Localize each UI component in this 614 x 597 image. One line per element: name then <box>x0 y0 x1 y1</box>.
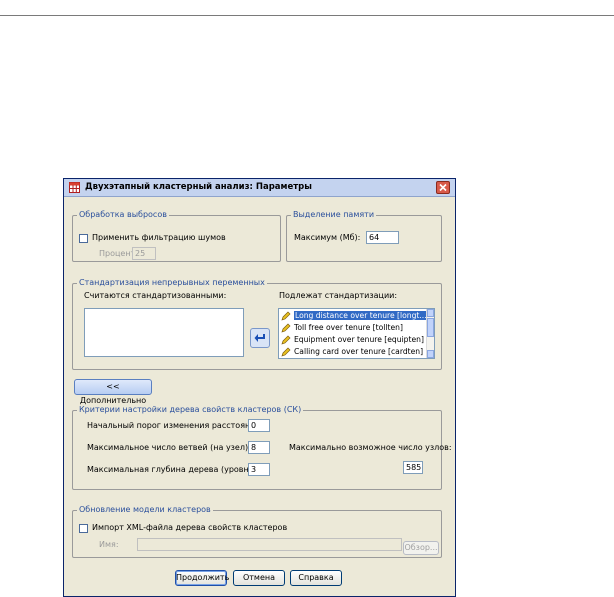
scroll-down-icon[interactable] <box>427 350 434 358</box>
continue-button[interactable]: Продолжить <box>175 570 229 586</box>
dialog-title: Двухэтапный кластерный анализ: Параметры <box>85 182 312 192</box>
outliers-group: Обработка выбросов Применить фильтрацию … <box>72 210 281 262</box>
title-bar[interactable]: Двухэтапный кластерный анализ: Параметры <box>64 179 455 197</box>
scale-variable-icon <box>281 347 291 357</box>
threshold-label: Начальный порог изменения расстояния: <box>87 421 263 430</box>
list-item[interactable]: Toll free over tenure [tollten] <box>281 322 403 334</box>
model-update-group: Обновление модели кластеров Импорт XML-ф… <box>72 505 442 558</box>
left-arrow-icon <box>254 334 265 342</box>
list-item[interactable]: Calling card over tenure [cardten] <box>281 346 423 358</box>
percent-input[interactable]: 25 <box>132 247 156 260</box>
threshold-input[interactable]: 0 <box>248 419 270 432</box>
advanced-button[interactable]: << Дополнительно <box>74 379 152 405</box>
app-table-icon <box>69 182 80 193</box>
max-nodes-label: Максимально возможное число узлов: <box>289 443 452 452</box>
cf-tree-group: Критерии настройки дерева свойств класте… <box>72 405 452 490</box>
noise-filter-label: Применить фильтрацию шумов <box>92 233 226 242</box>
name-input[interactable] <box>137 538 402 551</box>
cancel-button[interactable]: Отмена <box>233 570 285 586</box>
noise-filter-checkbox[interactable] <box>79 234 88 243</box>
scroll-thumb[interactable] <box>427 318 434 337</box>
memory-group: Выделение памяти Максимум (Мб): 64 <box>286 210 442 262</box>
max-depth-label: Максимальная глубина дерева (уровней): <box>87 465 265 474</box>
model-update-legend: Обновление модели кластеров <box>77 505 213 514</box>
move-variable-button[interactable] <box>250 328 270 348</box>
scale-variable-icon <box>281 335 291 345</box>
max-branches-input[interactable]: 8 <box>248 441 270 454</box>
max-memory-label: Максимум (Мб): <box>294 233 361 242</box>
browse-button[interactable]: Обзор... <box>403 541 439 555</box>
import-xml-label: Импорт XML-файла дерева свойств кластеро… <box>92 523 288 532</box>
scale-variable-icon <box>281 323 291 333</box>
memory-legend: Выделение памяти <box>291 210 377 219</box>
standardization-legend: Стандартизация непрерывных переменных <box>77 278 267 287</box>
cf-tree-legend: Критерии настройки дерева свойств класте… <box>77 405 304 414</box>
scale-variable-icon <box>281 311 291 321</box>
parameters-dialog: Двухэтапный кластерный анализ: Параметры… <box>63 178 456 597</box>
standardization-group: Стандартизация непрерывных переменных Сч… <box>72 278 442 370</box>
standardized-label: Считаются стандартизованными: <box>84 291 227 300</box>
top-divider <box>0 15 614 16</box>
list-item[interactable]: Equipment over tenure [equipten] <box>281 334 424 346</box>
to-standardize-list[interactable]: Long distance over tenure [longt... Toll… <box>278 308 435 359</box>
scroll-up-icon[interactable] <box>427 309 434 317</box>
close-icon <box>439 183 447 192</box>
list-scrollbar[interactable] <box>426 309 434 358</box>
help-button[interactable]: Справка <box>290 570 342 586</box>
max-memory-input[interactable]: 64 <box>366 231 399 244</box>
close-button[interactable] <box>436 181 450 194</box>
outliers-legend: Обработка выбросов <box>77 210 169 219</box>
max-depth-input[interactable]: 3 <box>248 463 270 476</box>
max-branches-label: Максимальное число ветвей (на узел): <box>87 443 251 452</box>
to-standardize-label: Подлежат стандартизации: <box>279 291 398 300</box>
list-item[interactable]: Long distance over tenure [longt... <box>281 310 429 322</box>
name-label: Имя: <box>99 540 119 549</box>
max-nodes-value: 585 <box>403 461 423 474</box>
standardized-list[interactable] <box>84 308 244 357</box>
import-xml-checkbox[interactable] <box>79 524 88 533</box>
